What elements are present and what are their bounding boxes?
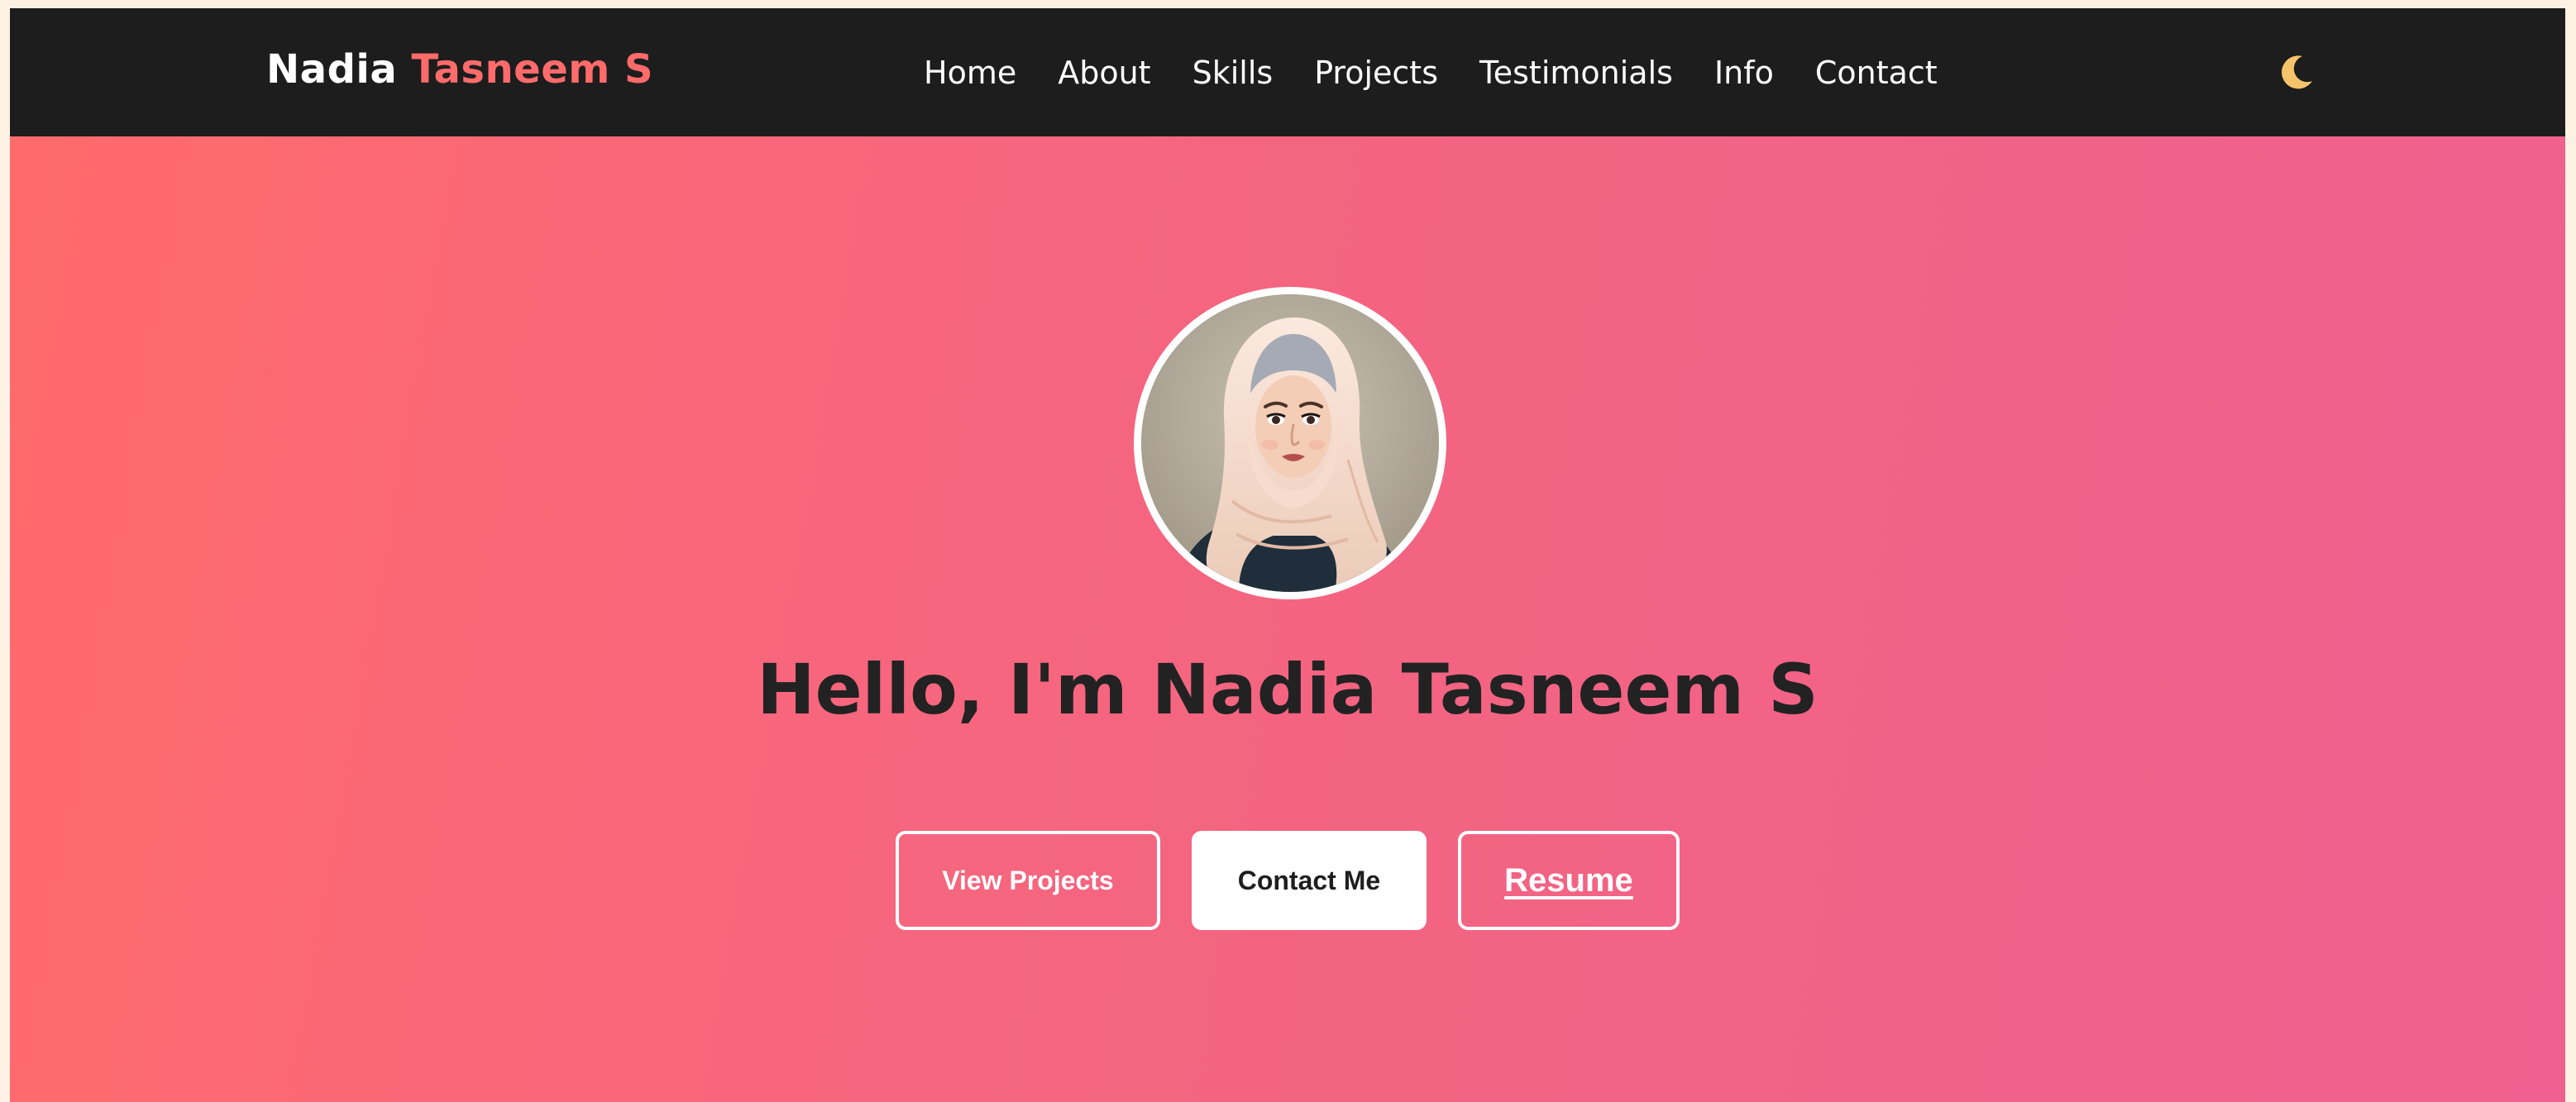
hero-section: Hello, I'm Nadia Tasneem S View Projects… bbox=[10, 136, 2565, 1102]
nav-link-about[interactable]: About bbox=[1058, 55, 1150, 91]
contact-me-button[interactable]: Contact Me bbox=[1191, 831, 1427, 930]
nav-link-info[interactable]: Info bbox=[1714, 55, 1774, 91]
profile-avatar bbox=[1134, 287, 1446, 599]
nav-link-home[interactable]: Home bbox=[924, 55, 1016, 91]
brand-logo[interactable]: Nadia Tasneem S bbox=[266, 46, 653, 93]
navbar: Nadia Tasneem S Home About Skills Projec… bbox=[10, 8, 2565, 136]
hero-headline: Hello, I'm Nadia Tasneem S bbox=[757, 649, 1818, 730]
page-edge bbox=[2565, 0, 2576, 1102]
nav-link-contact[interactable]: Contact bbox=[1815, 55, 1938, 91]
brand-accent-name: Tasneem S bbox=[411, 46, 654, 93]
hero-buttons: View Projects Contact Me Resume bbox=[10, 831, 2565, 930]
nav-link-skills[interactable]: Skills bbox=[1192, 55, 1274, 91]
theme-toggle-button[interactable] bbox=[2273, 50, 2319, 96]
nav-links: Home About Skills Projects Testimonials … bbox=[924, 55, 1938, 91]
resume-link-button[interactable]: Resume bbox=[1458, 831, 1680, 930]
avatar-illustration bbox=[1141, 294, 1439, 592]
nav-link-testimonials[interactable]: Testimonials bbox=[1479, 55, 1673, 91]
moon-icon bbox=[2282, 55, 2312, 89]
brand-first-name: Nadia bbox=[266, 46, 398, 93]
nav-link-projects[interactable]: Projects bbox=[1314, 55, 1438, 91]
page-frame: Nadia Tasneem S Home About Skills Projec… bbox=[10, 8, 2565, 1102]
view-projects-button[interactable]: View Projects bbox=[896, 831, 1160, 930]
